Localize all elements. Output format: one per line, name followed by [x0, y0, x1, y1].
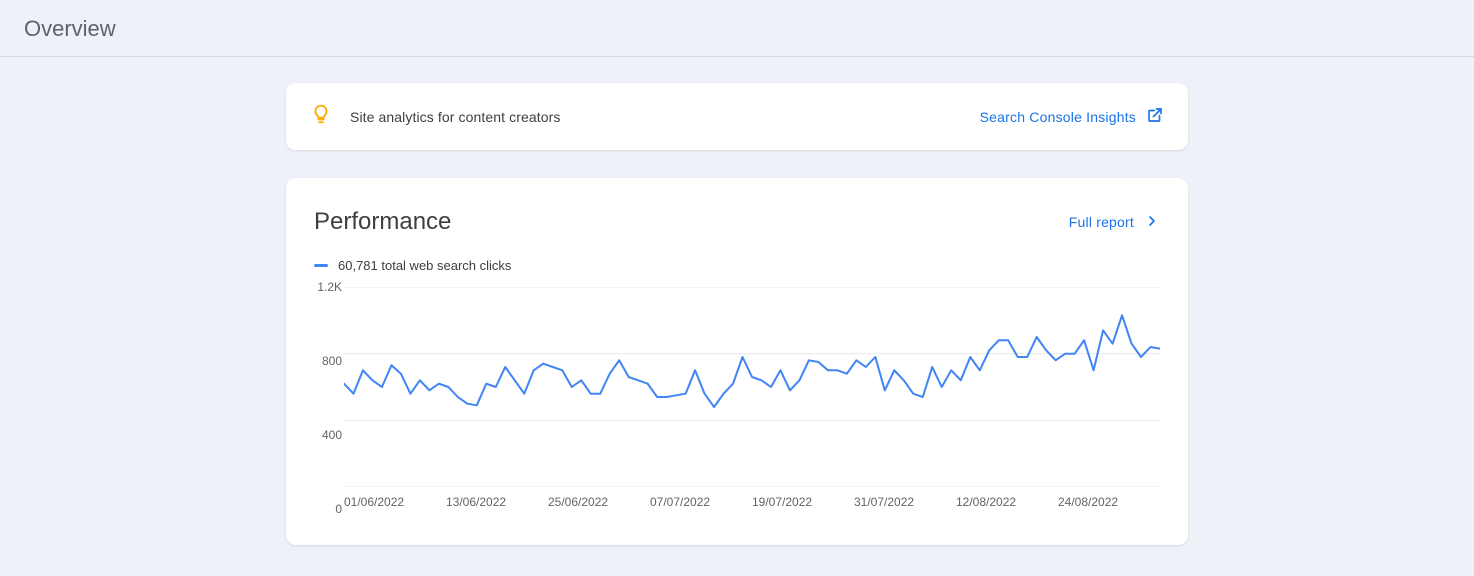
performance-title: Performance	[314, 208, 451, 236]
x-tick: 25/06/2022	[548, 495, 650, 509]
page-title: Overview	[0, 0, 1474, 57]
x-tick: 12/08/2022	[956, 495, 1058, 509]
chart-plot	[344, 287, 1160, 487]
legend-swatch	[314, 264, 328, 267]
x-tick: 01/06/2022	[344, 495, 446, 509]
chart-legend: 60,781 total web search clicks	[314, 258, 1160, 273]
x-tick: 07/07/2022	[650, 495, 752, 509]
content: Site analytics for content creators Sear…	[0, 57, 1474, 569]
performance-chart: 1.2K 800 400 0	[314, 287, 1160, 509]
x-tick: 13/06/2022	[446, 495, 548, 509]
open-in-new-icon	[1146, 106, 1164, 127]
search-console-insights-link[interactable]: Search Console Insights	[980, 106, 1164, 127]
y-axis-labels: 1.2K 800 400 0	[308, 287, 342, 509]
lightbulb-icon	[310, 103, 332, 130]
y-tick: 0	[335, 502, 342, 516]
y-tick: 1.2K	[317, 280, 342, 294]
insight-link-label: Search Console Insights	[980, 109, 1136, 125]
gridlines	[344, 287, 1160, 487]
y-tick: 400	[322, 428, 342, 442]
chevron-right-icon	[1144, 213, 1160, 232]
x-axis-labels: 01/06/2022 13/06/2022 25/06/2022 07/07/2…	[344, 495, 1160, 509]
x-tick: 24/08/2022	[1058, 495, 1160, 509]
content-column: Site analytics for content creators Sear…	[286, 83, 1188, 545]
x-tick: 31/07/2022	[854, 495, 956, 509]
legend-label: 60,781 total web search clicks	[338, 258, 511, 273]
full-report-link[interactable]: Full report	[1069, 213, 1160, 232]
insights-card: Site analytics for content creators Sear…	[286, 83, 1188, 150]
series-line	[344, 315, 1160, 407]
performance-header: Performance Full report	[314, 208, 1160, 236]
x-tick: 19/07/2022	[752, 495, 854, 509]
insight-left: Site analytics for content creators	[310, 103, 561, 130]
y-tick: 800	[322, 354, 342, 368]
full-report-label: Full report	[1069, 214, 1134, 230]
performance-card: Performance Full report 60,781 total web…	[286, 178, 1188, 545]
insight-text: Site analytics for content creators	[350, 109, 561, 125]
